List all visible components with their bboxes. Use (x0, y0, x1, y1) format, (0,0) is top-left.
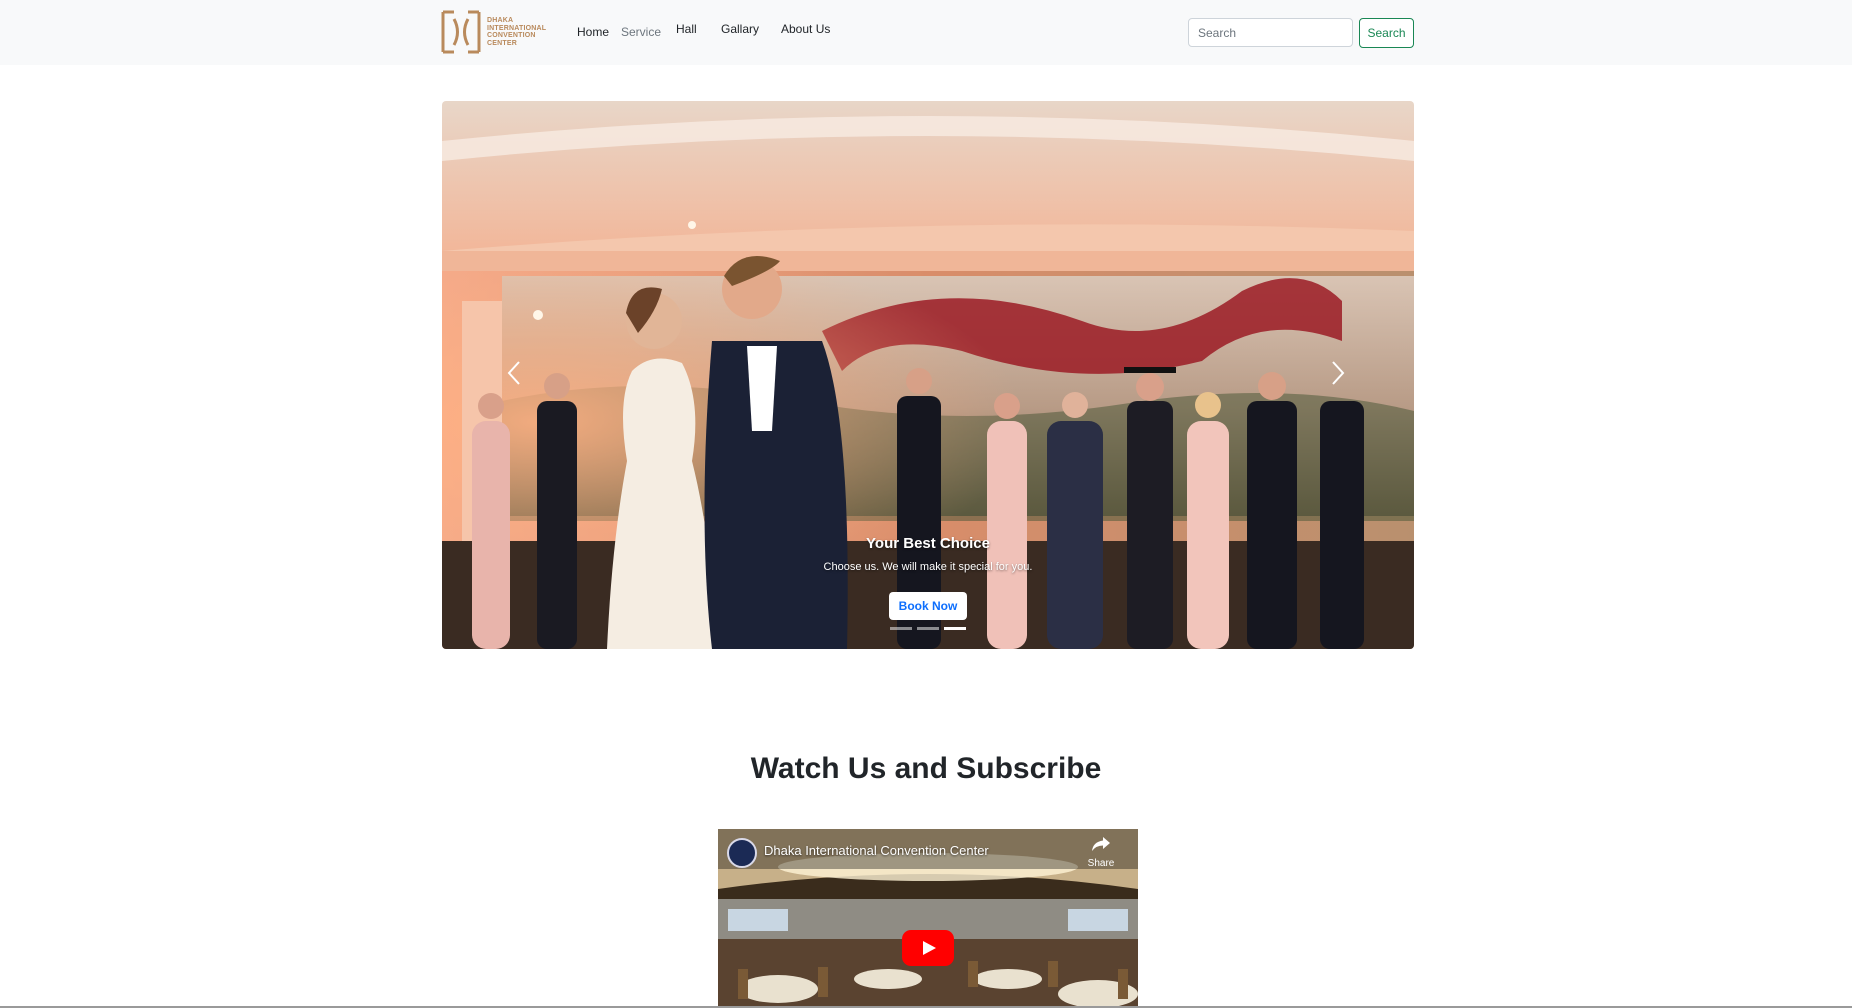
carousel-indicator-2[interactable] (917, 627, 939, 630)
caption-text: Choose us. We will make it special for y… (823, 561, 1033, 573)
share-button[interactable]: Share (1081, 837, 1121, 877)
nav-item-service[interactable]: Service (621, 25, 661, 39)
nav-item-hall[interactable]: Hall (676, 22, 697, 36)
search-button[interactable]: Search (1359, 18, 1414, 48)
brand-logo[interactable]: DHAKA INTERNATIONAL CONVENTION CENTER (440, 8, 560, 56)
nav-item-gallary[interactable]: Gallary (721, 22, 759, 36)
nav-item-about-us[interactable]: About Us (781, 22, 830, 36)
chevron-left-icon (507, 361, 520, 385)
share-label: Share (1087, 858, 1115, 869)
book-now-button[interactable]: Book Now (889, 592, 967, 620)
brand-text: DHAKA INTERNATIONAL CONVENTION CENTER (487, 17, 547, 47)
chevron-right-icon (1332, 361, 1345, 385)
hero-carousel: Your Best Choice Choose us. We will make… (442, 101, 1414, 649)
carousel-prev-button[interactable] (484, 343, 544, 403)
channel-avatar[interactable] (727, 838, 757, 868)
carousel-caption: Your Best Choice Choose us. We will make… (442, 535, 1414, 573)
video-title[interactable]: Dhaka International Convention Center (764, 843, 989, 858)
carousel-next-button[interactable] (1308, 343, 1368, 403)
carousel-indicator-3[interactable] (944, 627, 966, 630)
caption-title: Your Best Choice (866, 535, 990, 552)
navbar: DHAKA INTERNATIONAL CONVENTION CENTER Ho… (0, 0, 1852, 65)
dicc-logo-icon (441, 10, 481, 54)
search-input[interactable] (1188, 18, 1353, 47)
section-heading: Watch Us and Subscribe (750, 752, 1102, 785)
youtube-embed[interactable]: Dhaka International Convention Center Sh… (718, 829, 1138, 1008)
nav-item-home[interactable]: Home (577, 25, 609, 39)
carousel-indicator-1[interactable] (890, 627, 912, 630)
youtube-play-icon[interactable] (902, 930, 954, 966)
share-icon (1092, 837, 1110, 851)
